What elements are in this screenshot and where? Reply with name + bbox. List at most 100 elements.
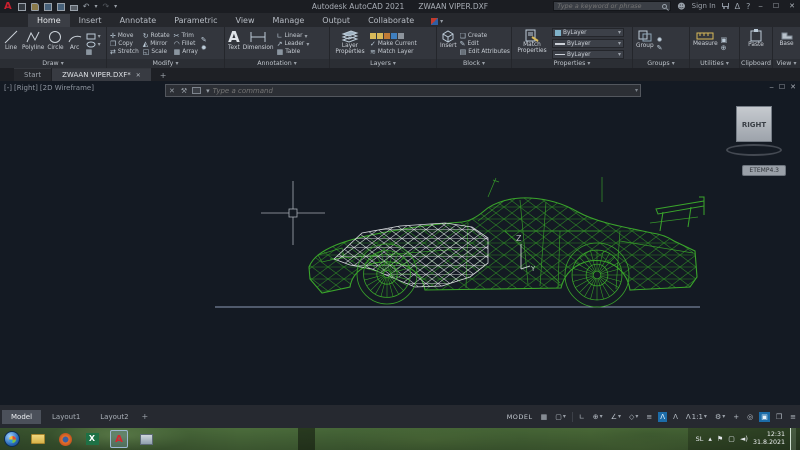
properties-panel-label[interactable]: Properties ▾ bbox=[512, 59, 632, 68]
move-tool[interactable]: ✛Move bbox=[110, 33, 139, 40]
recent-commands-icon[interactable] bbox=[192, 87, 201, 94]
hatch-tool[interactable]: ▦ bbox=[86, 49, 101, 56]
recent-commands-dropdown-icon[interactable]: ▾ bbox=[203, 87, 213, 95]
taskbar-firefox-icon[interactable] bbox=[56, 432, 74, 447]
make-current-tool[interactable]: ✓Make Current bbox=[370, 41, 417, 48]
linear-tool[interactable]: ∟Linear▾ bbox=[277, 33, 310, 40]
show-desktop-button[interactable] bbox=[790, 428, 796, 450]
base-view-tool[interactable]: Base bbox=[779, 29, 793, 59]
undo-dropdown-icon[interactable]: ▾ bbox=[94, 3, 97, 10]
lineweight-toggle-icon[interactable]: ≡ bbox=[644, 412, 654, 422]
new-file-icon[interactable] bbox=[18, 3, 26, 11]
quick-calc-icon[interactable]: ▣ bbox=[721, 37, 728, 44]
layers-panel-label[interactable]: Layers ▾ bbox=[330, 59, 436, 68]
search-input[interactable] bbox=[557, 2, 659, 10]
tab-annotate[interactable]: Annotate bbox=[111, 14, 166, 27]
qat-customize-icon[interactable]: ▾ bbox=[114, 3, 117, 10]
ortho-toggle-icon[interactable]: ⊕▾ bbox=[591, 412, 605, 422]
layer-properties-tool[interactable]: Layer Properties bbox=[333, 29, 367, 59]
utilities-panel-label[interactable]: Utilities ▾ bbox=[690, 59, 739, 68]
doc-minimize-icon[interactable]: ‒ bbox=[769, 83, 773, 91]
group-edit-icon[interactable]: ✎ bbox=[657, 45, 663, 52]
redo-icon[interactable]: ↷ bbox=[102, 2, 109, 11]
match-properties-tool[interactable]: Match Properties bbox=[515, 29, 549, 59]
viewport-menu-control[interactable]: [-] bbox=[4, 84, 12, 92]
viewcube-face[interactable]: RIGHT bbox=[736, 106, 772, 142]
rotate-tool[interactable]: ↻Rotate bbox=[143, 33, 170, 40]
command-close-icon[interactable]: ✕ bbox=[166, 87, 178, 95]
explode-tool[interactable]: ✹ bbox=[201, 45, 207, 52]
groups-panel-label[interactable]: Groups ▾ bbox=[633, 59, 689, 68]
taskbar-explorer-icon[interactable] bbox=[29, 432, 47, 447]
polar-tracking-icon[interactable]: ∠▾ bbox=[609, 412, 623, 422]
leader-tool[interactable]: ↗Leader▾ bbox=[277, 41, 310, 48]
id-point-icon[interactable]: ⊕ bbox=[721, 45, 728, 52]
restore-button[interactable]: ☐ bbox=[771, 2, 781, 10]
taskbar-excel-icon[interactable]: X bbox=[83, 432, 101, 447]
tab-insert[interactable]: Insert bbox=[70, 14, 111, 27]
workspace-switching-icon[interactable]: ⚙▾ bbox=[713, 412, 727, 422]
viewcube[interactable]: RIGHT bbox=[726, 106, 782, 156]
linetype-dropdown[interactable]: ByLayer▾ bbox=[552, 50, 624, 59]
lineweight-dropdown[interactable]: ByLayer▾ bbox=[552, 39, 624, 48]
viewcube-compass[interactable] bbox=[726, 144, 782, 156]
group-tool[interactable]: Group bbox=[636, 29, 654, 59]
view-control[interactable]: [Right] bbox=[14, 84, 38, 92]
edit-block-tool[interactable]: ✎Edit bbox=[460, 41, 511, 48]
create-block-tool[interactable]: ❏Create bbox=[460, 33, 511, 40]
autocad-logo-icon[interactable]: A bbox=[4, 2, 12, 12]
file-tab-start[interactable]: Start bbox=[14, 68, 51, 81]
close-button[interactable]: ✕ bbox=[787, 2, 797, 10]
command-input[interactable] bbox=[213, 87, 635, 95]
tab-parametric[interactable]: Parametric bbox=[165, 14, 226, 27]
tab-output[interactable]: Output bbox=[313, 14, 359, 27]
quick-properties-icon[interactable]: ▣ bbox=[759, 412, 770, 422]
file-tab-document[interactable]: ZWAAN VIPER.DXF*✕ bbox=[52, 68, 151, 81]
featured-apps-icon[interactable]: ▾ bbox=[431, 18, 443, 27]
block-panel-label[interactable]: Block ▾ bbox=[437, 59, 511, 68]
volume-icon[interactable]: ◄) bbox=[740, 435, 748, 443]
edit-attributes-tool[interactable]: ▤Edit Attributes▾ bbox=[460, 49, 511, 56]
arc-tool[interactable]: Arc bbox=[67, 29, 83, 59]
match-layer-tool[interactable]: ≋Match Layer bbox=[370, 49, 417, 56]
scale-tool[interactable]: ◱Scale bbox=[143, 49, 170, 56]
model-space-toggle[interactable]: MODEL bbox=[507, 413, 533, 421]
clean-screen-icon[interactable]: ❒ bbox=[774, 412, 784, 422]
taskbar-clock[interactable]: 12:31 31.8.2021 bbox=[753, 431, 785, 447]
dimension-tool[interactable]: Dimension bbox=[243, 29, 274, 59]
paste-tool[interactable]: Paste bbox=[748, 29, 764, 59]
sign-in-button[interactable]: Sign In bbox=[692, 2, 716, 10]
snap-toggle-icon[interactable]: ▢▾ bbox=[553, 412, 568, 422]
color-dropdown[interactable]: ByLayer▾ bbox=[552, 28, 624, 37]
tab-model[interactable]: Model bbox=[2, 410, 41, 424]
car-wireframe[interactable] bbox=[309, 177, 704, 307]
file-tab-close-icon[interactable]: ✕ bbox=[136, 72, 141, 79]
modify-panel-label[interactable]: Modify ▾ bbox=[107, 59, 224, 68]
search-icon[interactable] bbox=[662, 4, 667, 9]
view-panel-label[interactable]: View ▾ bbox=[773, 59, 800, 68]
text-tool[interactable]: A Text bbox=[228, 29, 240, 59]
stay-connected-icon[interactable]: Δ bbox=[735, 2, 740, 11]
command-customize-icon[interactable]: ⚒ bbox=[178, 87, 190, 95]
ungroup-icon[interactable]: ✹ bbox=[657, 37, 663, 44]
mirror-tool[interactable]: ◭Mirror bbox=[143, 41, 170, 48]
annotation-monitor-icon[interactable]: + bbox=[731, 412, 741, 422]
network-icon[interactable]: ▢ bbox=[728, 435, 735, 443]
measure-tool[interactable]: Measure bbox=[693, 29, 718, 59]
doc-restore-icon[interactable]: ☐ bbox=[779, 83, 785, 91]
annotation-panel-label[interactable]: Annotation ▾ bbox=[225, 59, 329, 68]
help-icon[interactable]: ? bbox=[746, 2, 750, 11]
visual-style-control[interactable]: [2D Wireframe] bbox=[40, 84, 94, 92]
layer-state-icons[interactable] bbox=[370, 33, 417, 39]
tab-home[interactable]: Home bbox=[28, 14, 70, 27]
command-history-icon[interactable]: ▾ bbox=[635, 87, 640, 94]
customization-icon[interactable]: ≡ bbox=[788, 412, 798, 422]
autoscale-icon[interactable]: Λ bbox=[671, 412, 680, 422]
open-file-icon[interactable] bbox=[31, 3, 39, 11]
plot-icon[interactable] bbox=[70, 5, 78, 11]
tab-layout2[interactable]: Layout2 bbox=[91, 410, 137, 424]
trim-tool[interactable]: ✂Trim bbox=[174, 33, 198, 40]
array-tool[interactable]: ▦Array bbox=[174, 49, 198, 56]
start-button[interactable] bbox=[4, 431, 20, 447]
line-tool[interactable]: Line bbox=[3, 29, 19, 59]
